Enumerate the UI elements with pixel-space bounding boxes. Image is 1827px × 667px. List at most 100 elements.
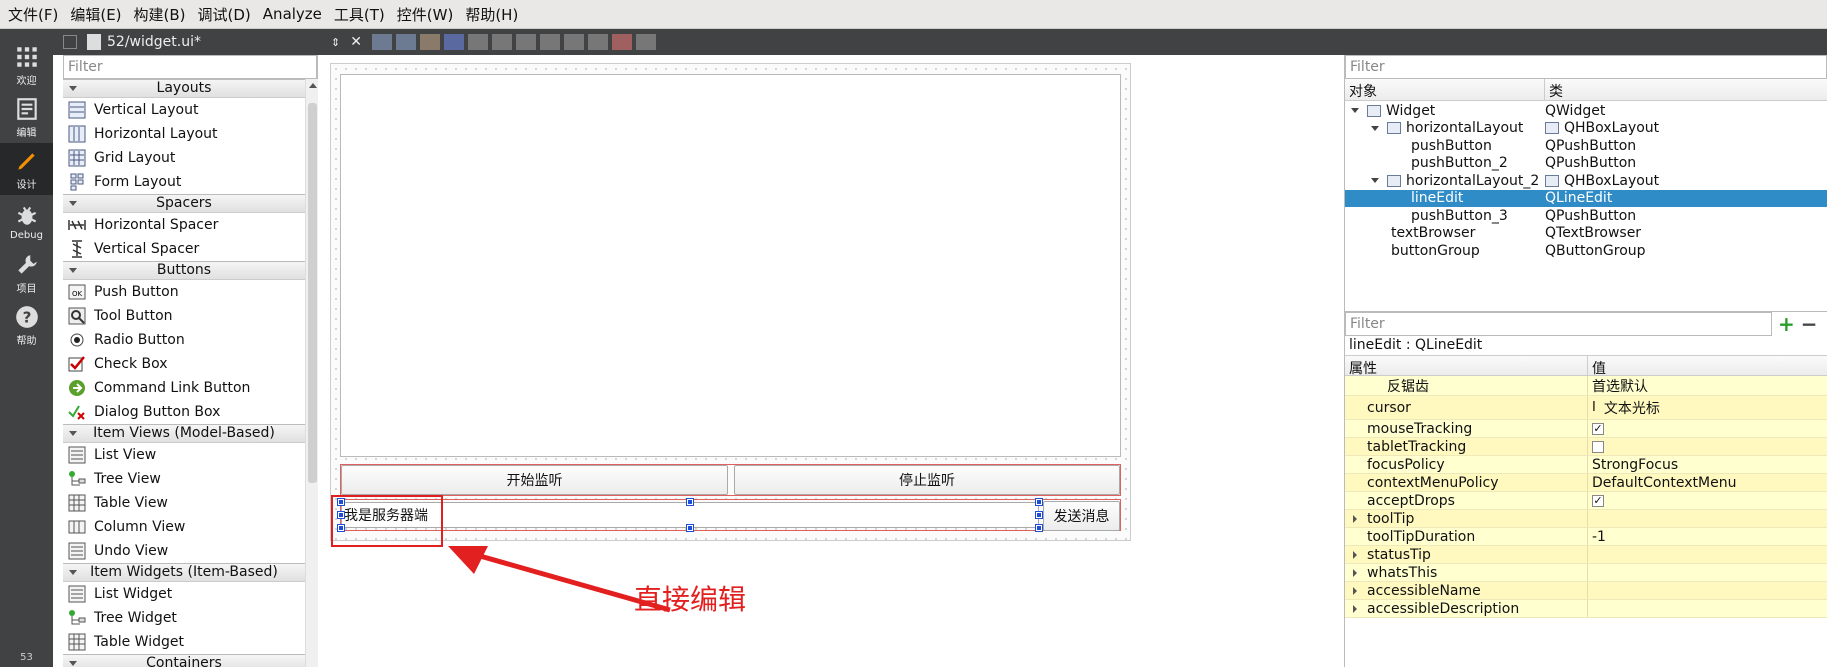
category-item-widgets[interactable]: Item Widgets (Item-Based): [63, 563, 305, 582]
menu-widgets[interactable]: 控件(W): [391, 4, 460, 25]
expand-arrow-icon[interactable]: [1353, 514, 1357, 523]
layout-grid-icon[interactable]: [587, 34, 608, 50]
menu-analyze[interactable]: Analyze: [257, 5, 328, 23]
scroll-thumb[interactable]: [308, 103, 317, 483]
property-value[interactable]: DefaultContextMenu: [1592, 475, 1736, 491]
tree-row[interactable]: pushButton_3 QPushButton: [1345, 207, 1827, 225]
mode-edit[interactable]: 编辑: [0, 91, 53, 143]
mode-help[interactable]: ? 帮助: [0, 299, 53, 351]
widget-item[interactable]: List Widget: [63, 582, 305, 606]
scroll-up-icon[interactable]: [309, 83, 317, 88]
widget-box-scrollbar[interactable]: [305, 79, 318, 667]
checkbox-checked[interactable]: ✓: [1592, 494, 1604, 507]
tree-row[interactable]: textBrowser QTextBrowser: [1345, 225, 1827, 243]
widget-item[interactable]: Column View: [63, 515, 305, 539]
widget-item[interactable]: Command Link Button: [63, 376, 305, 400]
adjust-size-icon[interactable]: [635, 34, 656, 50]
widget-item[interactable]: Tool Button: [63, 304, 305, 328]
widget-item[interactable]: Vertical Spacer: [63, 237, 305, 261]
tree-row[interactable]: buttonGroup QButtonGroup: [1345, 242, 1827, 260]
selection-handle[interactable]: [686, 498, 694, 506]
layout-h-splitter-icon[interactable]: [515, 34, 536, 50]
column-value[interactable]: 值: [1588, 356, 1827, 377]
mode-projects[interactable]: 项目: [0, 247, 53, 299]
property-row[interactable]: statusTip: [1345, 546, 1827, 564]
checkbox-unchecked[interactable]: [1592, 440, 1604, 453]
expand-arrow-icon[interactable]: [1371, 178, 1379, 184]
layout-horizontal-icon[interactable]: [467, 34, 488, 50]
property-row[interactable]: cursor I 文本光标: [1345, 396, 1827, 420]
column-property[interactable]: 属性: [1345, 356, 1588, 377]
stop-listen-button[interactable]: 停止监听: [734, 465, 1120, 495]
tree-row[interactable]: pushButton QPushButton: [1345, 137, 1827, 155]
widget-item[interactable]: OK Push Button: [63, 280, 305, 304]
widget-item[interactable]: Check Box: [63, 352, 305, 376]
widget-item[interactable]: Horizontal Spacer: [63, 213, 305, 237]
layout-v-splitter-icon[interactable]: [539, 34, 560, 50]
break-layout-icon[interactable]: [611, 34, 632, 50]
mode-debug[interactable]: Debug: [0, 195, 53, 247]
property-row[interactable]: toolTip: [1345, 510, 1827, 528]
mode-design[interactable]: 设计: [0, 143, 53, 195]
close-icon[interactable]: ✕: [350, 34, 362, 50]
text-browser[interactable]: [340, 74, 1121, 457]
property-row[interactable]: accessibleName: [1345, 582, 1827, 600]
property-row[interactable]: tabletTracking: [1345, 438, 1827, 456]
property-row[interactable]: toolTipDuration -1: [1345, 528, 1827, 546]
widget-item[interactable]: Grid Layout: [63, 146, 305, 170]
edit-buddies-icon[interactable]: [419, 34, 440, 50]
widget-item[interactable]: Table Widget: [63, 630, 305, 654]
property-row[interactable]: contextMenuPolicy DefaultContextMenu: [1345, 474, 1827, 492]
tree-row[interactable]: Widget QWidget: [1345, 102, 1827, 120]
widget-item[interactable]: Tree Widget: [63, 606, 305, 630]
open-file-name[interactable]: 52/widget.ui*: [107, 34, 201, 50]
property-value[interactable]: -1: [1592, 529, 1606, 545]
updown-arrows-icon[interactable]: ⇕: [331, 36, 340, 49]
layout-vertical-icon[interactable]: [491, 34, 512, 50]
tree-row[interactable]: horizontalLayout_2 QHBoxLayout: [1345, 172, 1827, 190]
expand-arrow-icon[interactable]: [1353, 568, 1357, 577]
category-item-views[interactable]: Item Views (Model-Based): [63, 424, 305, 443]
selection-handle[interactable]: [1035, 498, 1043, 506]
selection-handle[interactable]: [1035, 524, 1043, 532]
property-row[interactable]: focusPolicy StrongFocus: [1345, 456, 1827, 474]
tree-row[interactable]: pushButton_2 QPushButton: [1345, 155, 1827, 173]
property-row[interactable]: whatsThis: [1345, 564, 1827, 582]
expand-arrow-icon[interactable]: [1353, 586, 1357, 595]
category-containers[interactable]: Containers: [63, 654, 305, 667]
widget-item[interactable]: Undo View: [63, 539, 305, 563]
expand-arrow-icon[interactable]: [1371, 125, 1379, 131]
object-filter-input[interactable]: Filter: [1345, 55, 1827, 79]
menu-help[interactable]: 帮助(H): [459, 4, 524, 25]
widget-item[interactable]: Radio Button: [63, 328, 305, 352]
start-listen-button[interactable]: 开始监听: [341, 465, 728, 495]
property-row[interactable]: 反锯齿 首选默认: [1345, 376, 1827, 396]
menu-edit[interactable]: 编辑(E): [64, 4, 127, 25]
expand-arrow-icon[interactable]: [1353, 550, 1357, 559]
widget-item[interactable]: Dialog Button Box: [63, 400, 305, 424]
form-widget[interactable]: 开始监听 停止监听 我是服务器端 发送消息: [330, 63, 1131, 541]
widget-item[interactable]: Vertical Layout: [63, 98, 305, 122]
menu-file[interactable]: 文件(F): [2, 4, 64, 25]
column-object[interactable]: 对象: [1345, 79, 1545, 100]
category-buttons[interactable]: Buttons: [63, 261, 305, 280]
tree-row-selected[interactable]: lineEdit QLineEdit: [1345, 189, 1827, 207]
checkbox-checked[interactable]: ✓: [1592, 422, 1604, 435]
property-value[interactable]: StrongFocus: [1592, 457, 1678, 473]
column-class[interactable]: 类: [1545, 79, 1827, 100]
widget-item[interactable]: Form Layout: [63, 170, 305, 194]
expand-arrow-icon[interactable]: [1353, 604, 1357, 613]
property-row[interactable]: acceptDrops ✓: [1345, 492, 1827, 510]
edit-tab-order-icon[interactable]: [443, 34, 464, 50]
widget-item[interactable]: Tree View: [63, 467, 305, 491]
send-message-button[interactable]: 发送消息: [1043, 501, 1120, 531]
widget-item[interactable]: List View: [63, 443, 305, 467]
menu-debug[interactable]: 调试(D): [192, 4, 257, 25]
widget-item[interactable]: Table View: [63, 491, 305, 515]
menu-build[interactable]: 构建(B): [128, 4, 192, 25]
selection-handle[interactable]: [686, 524, 694, 532]
property-row[interactable]: accessibleDescription: [1345, 600, 1827, 618]
selection-handle[interactable]: [1035, 511, 1043, 519]
edit-widgets-icon[interactable]: [371, 34, 392, 50]
widget-filter-input[interactable]: Filter: [63, 55, 317, 79]
